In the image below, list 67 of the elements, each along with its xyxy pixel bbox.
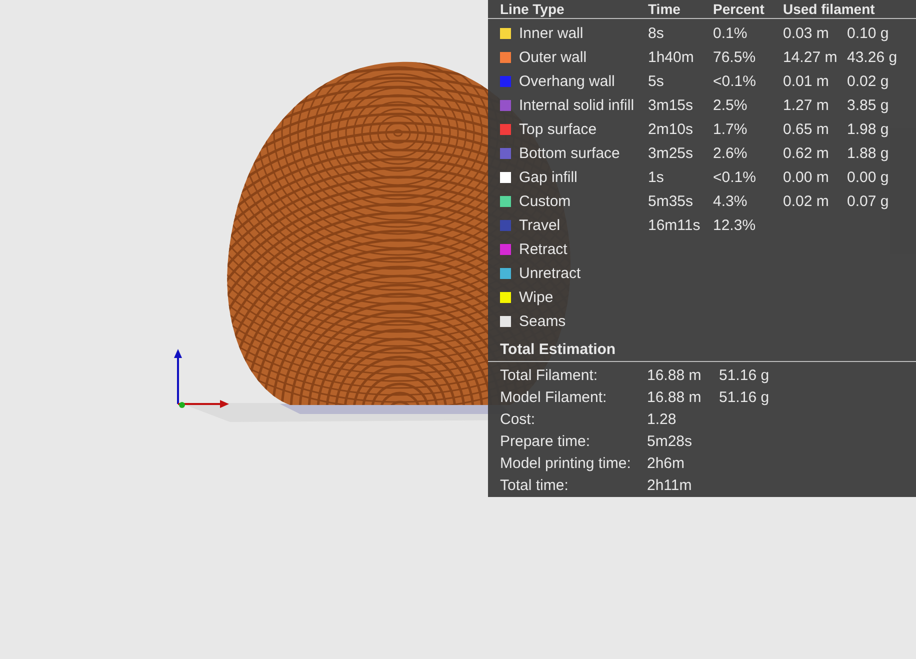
percent-value: 4.3% <box>713 192 748 210</box>
time-value: 1h40m <box>648 48 694 66</box>
column-header: Line Type <box>500 1 566 17</box>
line-type-label: Wipe <box>519 288 554 306</box>
column-header: Time <box>648 1 682 17</box>
percent-value: <0.1% <box>713 168 756 186</box>
percent-value: 76.5% <box>713 48 756 66</box>
weight-value: 0.10 g <box>847 24 889 42</box>
line-type-label: Travel <box>519 216 560 234</box>
weight-value: 3.85 g <box>847 96 889 114</box>
line-type-label: Retract <box>519 240 568 258</box>
line-type-label: Internal solid infill <box>519 96 634 114</box>
total-label: Total time: <box>500 476 570 494</box>
line-type-label: Seams <box>519 312 566 330</box>
percent-value: 0.1% <box>713 24 748 42</box>
axes-icon <box>174 349 229 408</box>
line-type-label: Unretract <box>519 264 581 282</box>
total-label: Cost: <box>500 410 536 428</box>
weight-value: 0.00 g <box>847 168 889 186</box>
line-type-label: Overhang wall <box>519 72 615 90</box>
time-value: 5s <box>648 72 664 90</box>
weight-value: 43.26 g <box>847 48 898 66</box>
total-value: 2h6m <box>647 454 685 472</box>
weight-value: 0.07 g <box>847 192 889 210</box>
total-value: 2h11m <box>647 476 692 494</box>
total-label: Model printing time: <box>500 454 632 472</box>
length-value: 0.62 m <box>783 144 829 162</box>
percent-value: 12.3% <box>713 216 756 234</box>
length-value: 14.27 m <box>783 48 838 66</box>
line-type-label: Custom <box>519 192 571 210</box>
total-label: Model Filament: <box>500 388 608 406</box>
total-value: 51.16 g <box>719 388 770 406</box>
length-value: 0.00 m <box>783 168 829 186</box>
line-type-label: Outer wall <box>519 48 587 66</box>
total-value: 16.88 m <box>647 388 702 406</box>
time-value: 3m15s <box>648 96 694 114</box>
total-value: 16.88 m <box>647 366 702 384</box>
time-value: 16m11s <box>648 216 700 234</box>
time-value: 8s <box>648 24 664 42</box>
time-value: 3m25s <box>648 144 694 162</box>
column-header: Used filament <box>783 1 875 17</box>
line-type-label: Top surface <box>519 120 597 138</box>
length-value: 1.27 m <box>783 96 829 114</box>
line-type-label: Bottom surface <box>519 144 620 162</box>
total-value: 51.16 g <box>719 366 770 384</box>
time-value: 2m10s <box>648 120 694 138</box>
weight-value: 0.02 g <box>847 72 889 90</box>
total-label: Total Filament: <box>500 366 599 384</box>
section-title: Total Estimation <box>488 333 916 362</box>
weight-value: 1.88 g <box>847 144 889 162</box>
length-value: 0.65 m <box>783 120 829 138</box>
percent-value: 2.5% <box>713 96 748 114</box>
time-value: 1s <box>648 168 664 186</box>
time-value: 5m35s <box>648 192 694 210</box>
column-header: Percent <box>713 1 766 17</box>
total-label: Prepare time: <box>500 432 592 450</box>
length-value: 0.03 m <box>783 24 829 42</box>
line-type-label: Inner wall <box>519 24 584 42</box>
length-value: 0.01 m <box>783 72 829 90</box>
line-type-label: Gap infill <box>519 168 578 186</box>
percent-value: 2.6% <box>713 144 748 162</box>
weight-value: 1.98 g <box>847 120 889 138</box>
percent-value: <0.1% <box>713 72 756 90</box>
total-value: 1.28 <box>647 410 676 428</box>
length-value: 0.02 m <box>783 192 829 210</box>
total-value: 5m28s <box>647 432 692 450</box>
percent-value: 1.7% <box>713 120 748 138</box>
